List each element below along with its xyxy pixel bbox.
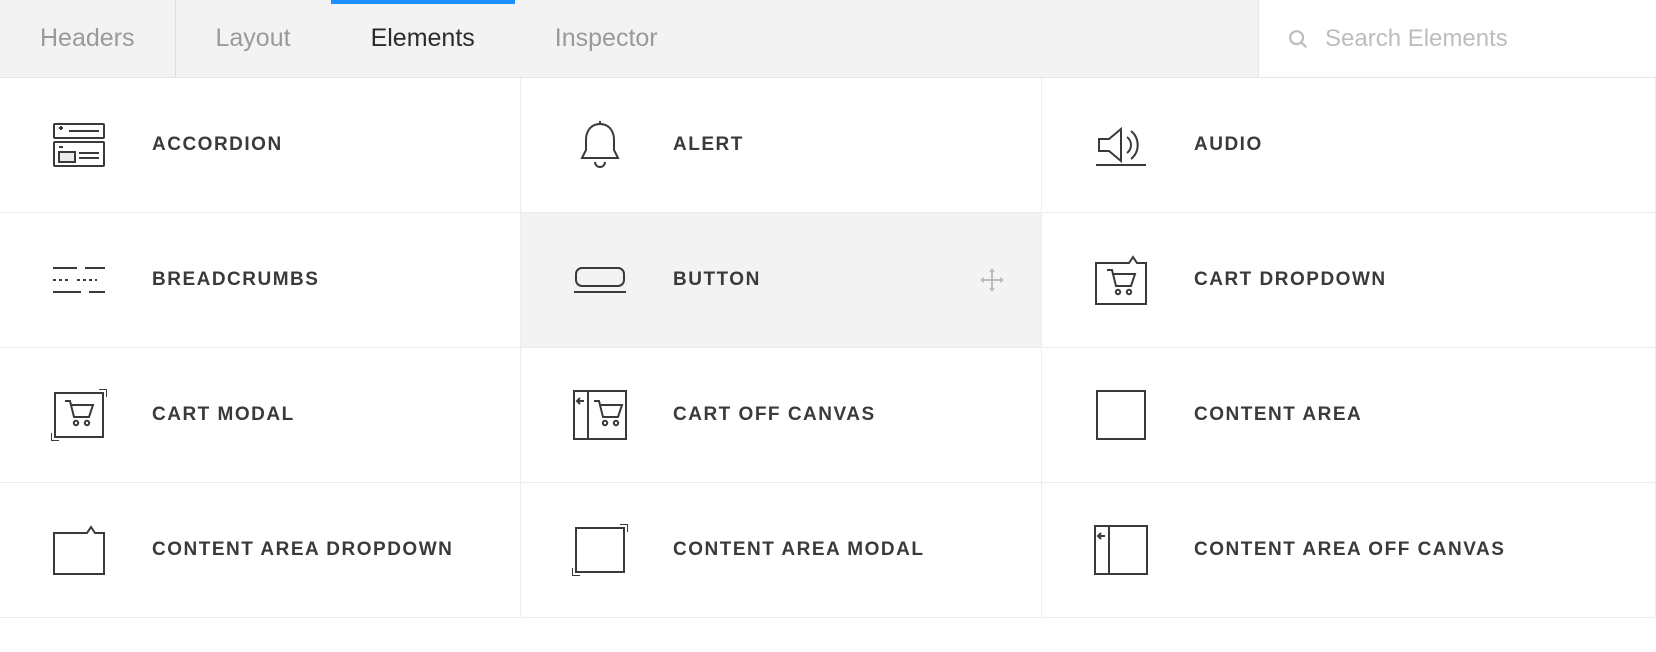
cart-off-canvas-icon bbox=[565, 387, 635, 443]
tab-headers[interactable]: Headers bbox=[0, 0, 176, 77]
element-card-content-area[interactable]: CONTENT AREA bbox=[1042, 348, 1656, 483]
element-label: AUDIO bbox=[1194, 134, 1263, 156]
element-card-accordion[interactable]: ACCORDION bbox=[0, 78, 521, 213]
content-area-icon bbox=[1086, 387, 1156, 443]
button-icon bbox=[565, 252, 635, 308]
element-card-cart-off-canvas[interactable]: CART OFF CANVAS bbox=[521, 348, 1042, 483]
element-label: BUTTON bbox=[673, 269, 761, 291]
tab-label: Headers bbox=[40, 24, 135, 53]
tab-label: Elements bbox=[371, 24, 475, 53]
element-label: CONTENT AREA DROPDOWN bbox=[152, 539, 453, 561]
content-area-modal-icon bbox=[565, 522, 635, 578]
tab-label: Inspector bbox=[555, 24, 658, 53]
content-area-dropdown-icon bbox=[44, 522, 114, 578]
element-card-cart-dropdown[interactable]: CART DROPDOWN bbox=[1042, 213, 1656, 348]
breadcrumbs-icon bbox=[44, 252, 114, 308]
move-icon[interactable] bbox=[979, 267, 1005, 293]
tab-layout[interactable]: Layout bbox=[176, 0, 331, 77]
element-card-audio[interactable]: AUDIO bbox=[1042, 78, 1656, 213]
element-card-content-area-dropdown[interactable]: CONTENT AREA DROPDOWN bbox=[0, 483, 521, 618]
element-label: CART MODAL bbox=[152, 404, 295, 426]
element-label: CONTENT AREA MODAL bbox=[673, 539, 924, 561]
topbar-spacer bbox=[698, 0, 1258, 77]
tab-label: Layout bbox=[216, 24, 291, 53]
element-label: CONTENT AREA bbox=[1194, 404, 1362, 426]
element-label: ACCORDION bbox=[152, 134, 283, 156]
tab-inspector[interactable]: Inspector bbox=[515, 0, 698, 77]
search-icon bbox=[1287, 28, 1309, 50]
content-area-off-canvas-icon bbox=[1086, 522, 1156, 578]
element-card-content-area-off-canvas[interactable]: CONTENT AREA OFF CANVAS bbox=[1042, 483, 1656, 618]
cart-dropdown-icon bbox=[1086, 252, 1156, 308]
bell-icon bbox=[565, 117, 635, 173]
element-label: CART OFF CANVAS bbox=[673, 404, 876, 426]
element-label: CART DROPDOWN bbox=[1194, 269, 1387, 291]
elements-grid: ACCORDION ALERT AUDIO bbox=[0, 78, 1656, 618]
element-card-alert[interactable]: ALERT bbox=[521, 78, 1042, 213]
element-label: CONTENT AREA OFF CANVAS bbox=[1194, 539, 1505, 561]
cart-modal-icon bbox=[44, 387, 114, 443]
element-card-breadcrumbs[interactable]: BREADCRUMBS bbox=[0, 213, 521, 348]
tab-elements[interactable]: Elements bbox=[331, 0, 515, 77]
topbar: Headers Layout Elements Inspector bbox=[0, 0, 1656, 78]
element-label: BREADCRUMBS bbox=[152, 269, 319, 291]
element-card-cart-modal[interactable]: CART MODAL bbox=[0, 348, 521, 483]
tab-group: Headers Layout Elements Inspector bbox=[0, 0, 698, 77]
element-label: ALERT bbox=[673, 134, 744, 156]
search-box[interactable] bbox=[1258, 0, 1656, 77]
element-card-button[interactable]: BUTTON bbox=[521, 213, 1042, 348]
element-card-content-area-modal[interactable]: CONTENT AREA MODAL bbox=[521, 483, 1042, 618]
speaker-icon bbox=[1086, 117, 1156, 173]
accordion-icon bbox=[44, 117, 114, 173]
search-input[interactable] bbox=[1325, 25, 1628, 53]
